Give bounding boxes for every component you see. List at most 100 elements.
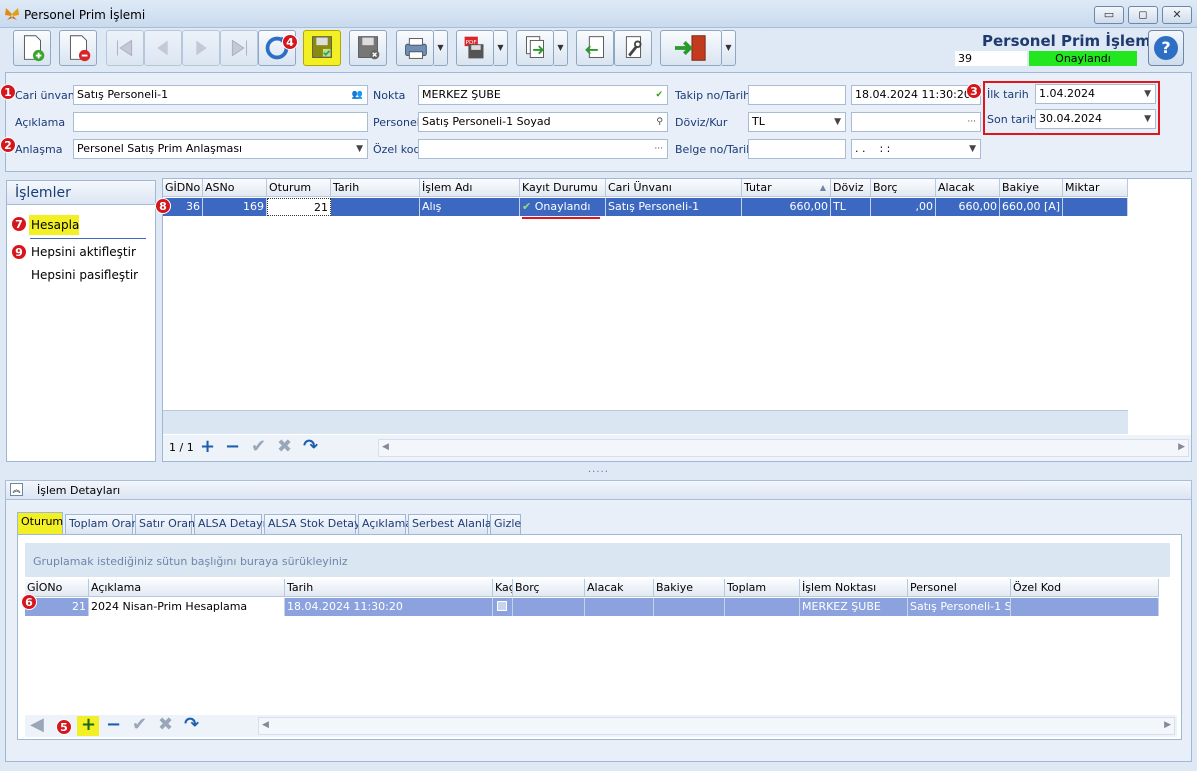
aciklama-input[interactable] <box>73 112 368 132</box>
remove-row-icon[interactable]: − <box>225 436 240 457</box>
double-check-icon[interactable]: ✔ <box>655 86 663 104</box>
col-aciklama[interactable]: Açıklama <box>89 579 285 597</box>
tab-alsa-detayi[interactable]: ALSA Detayı <box>194 514 266 534</box>
tab-serbest-alanlar[interactable]: Serbest Alanlar <box>408 514 496 534</box>
export-button[interactable] <box>516 30 554 66</box>
doviz-select[interactable]: TL ▼ <box>748 112 846 132</box>
col-tarih[interactable]: Tarih <box>331 179 420 197</box>
nokta-input[interactable]: MERKEZ ŞUBE ✔ <box>418 85 668 105</box>
redo-icon[interactable]: ↷ <box>184 714 199 735</box>
col-alacak2[interactable]: Alacak <box>585 579 654 597</box>
col-islem-adi[interactable]: İşlem Adı <box>420 179 520 197</box>
person-search-icon[interactable]: ⚲ <box>656 113 663 131</box>
confirm-icon[interactable]: ✔ <box>132 714 147 735</box>
col-toplam[interactable]: Toplam <box>725 579 800 597</box>
scroll-right-icon[interactable]: ▶ <box>1164 720 1171 730</box>
tab-aciklama[interactable]: Açıklama <box>358 514 412 534</box>
scroll-left-icon[interactable]: ◀ <box>262 720 269 730</box>
col-miktar[interactable]: Miktar <box>1063 179 1128 197</box>
son-tarih-input[interactable]: 30.04.2024 ▼ <box>1035 109 1156 129</box>
col-oturum[interactable]: Oturum <box>267 179 331 197</box>
close-button[interactable]: ✕ <box>1162 6 1192 24</box>
cancel-icon[interactable]: ✖ <box>158 714 173 735</box>
hesapla-button[interactable]: Hesapla <box>29 215 79 235</box>
col-asno[interactable]: ASNo <box>203 179 267 197</box>
cell-oturum[interactable]: 21 <box>267 198 331 216</box>
collapse-icon[interactable]: ︽ <box>10 483 23 496</box>
takip-no-input[interactable] <box>748 85 846 105</box>
col-bakiye2[interactable]: Bakiye <box>654 579 725 597</box>
belge-tarih-input[interactable]: . . : : ▼ <box>851 139 981 159</box>
last-record-button[interactable] <box>220 30 258 66</box>
takip-tarih-input[interactable]: 18.04.2024 11:30:20 <box>851 85 981 105</box>
new-button[interactable] <box>13 30 51 66</box>
table-row[interactable]: 21 2024 Nisan-Prim Hesaplama 18.04.2024 … <box>25 598 1159 616</box>
ellipsis-icon[interactable]: ··· <box>654 140 663 158</box>
col-ozel-kod[interactable]: Özel Kod <box>1011 579 1159 597</box>
tab-gizle[interactable]: Gizle <box>490 514 521 534</box>
col-tarih2[interactable]: Tarih <box>285 579 493 597</box>
ellipsis-icon[interactable]: ··· <box>967 113 976 131</box>
tab-oturum[interactable]: Oturum <box>17 512 63 534</box>
col-borc2[interactable]: Borç <box>513 579 585 597</box>
redo-icon[interactable]: ↷ <box>303 436 318 457</box>
prev-icon[interactable]: ◀ <box>30 714 44 735</box>
col-alacak[interactable]: Alacak <box>936 179 1000 197</box>
col-doviz[interactable]: Döviz <box>831 179 871 197</box>
table-row[interactable]: 36 169 21 Alış ✔ Onaylandı Satış Persone… <box>163 198 1128 216</box>
delete-button[interactable] <box>59 30 97 66</box>
deactivate-all-button[interactable]: Hepsini pasifleştir <box>31 268 138 282</box>
col-cari-unvani[interactable]: Cari Ünvanı <box>606 179 742 197</box>
tab-satir-oran[interactable]: Satır Oran <box>135 514 195 534</box>
col-islem-noktasi[interactable]: İşlem Noktası <box>800 579 908 597</box>
kur-input[interactable]: ··· <box>851 112 981 132</box>
cari-unvani-input[interactable]: Satış Personeli-1 👥 <box>73 85 368 105</box>
group-by-area[interactable]: Gruplamak istediğiniz sütun başlığını bu… <box>25 543 1170 577</box>
people-icon[interactable]: 👥 <box>352 86 363 104</box>
scroll-right-icon[interactable]: ▶ <box>1178 442 1185 452</box>
first-record-button[interactable] <box>106 30 144 66</box>
print-dropdown[interactable]: ▼ <box>434 30 448 66</box>
horizontal-scrollbar[interactable]: ◀ ▶ <box>258 717 1175 735</box>
confirm-icon[interactable]: ✔ <box>251 436 266 457</box>
col-tutar[interactable]: Tutar ▲ <box>742 179 831 197</box>
ilk-tarih-input[interactable]: 1.04.2024 ▼ <box>1035 84 1156 104</box>
settings-button[interactable] <box>614 30 652 66</box>
col-borc[interactable]: Borç <box>871 179 936 197</box>
print-button[interactable] <box>396 30 434 66</box>
exit-button[interactable] <box>660 30 722 66</box>
cancel-save-button[interactable] <box>349 30 387 66</box>
exit-dropdown[interactable]: ▼ <box>722 30 736 66</box>
col-personel[interactable]: Personel <box>908 579 1011 597</box>
ozel-kod-input[interactable]: ··· <box>418 139 668 159</box>
col-bakiye[interactable]: Bakiye <box>1000 179 1063 197</box>
tab-alsa-stok-detayi[interactable]: ALSA Stok Detayı <box>264 514 364 534</box>
save-button[interactable] <box>303 30 341 66</box>
tab-toplam-oran[interactable]: Toplam Oran <box>65 514 138 534</box>
pdf-export-button[interactable]: PDF <box>456 30 494 66</box>
next-record-button[interactable] <box>182 30 220 66</box>
maximize-button[interactable]: ◻ <box>1128 6 1158 24</box>
checkbox[interactable] <box>497 601 507 611</box>
col-kayit-durumu[interactable]: Kayıt Durumu <box>520 179 606 197</box>
pdf-dropdown[interactable]: ▼ <box>494 30 508 66</box>
remove-row-icon[interactable]: − <box>106 714 121 735</box>
col-gidno[interactable]: GİDNo <box>163 179 203 197</box>
minimize-button[interactable]: ▭ <box>1094 6 1124 24</box>
horizontal-scrollbar[interactable]: ◀ ▶ <box>378 439 1189 457</box>
anlasma-select[interactable]: Personel Satış Prim Anlaşması ▼ <box>73 139 368 159</box>
col-giono[interactable]: GİONo <box>25 579 89 597</box>
export-dropdown[interactable]: ▼ <box>554 30 568 66</box>
personel-input[interactable]: Satış Personeli-1 Soyad ⚲ <box>418 112 668 132</box>
splitter-handle[interactable]: ..... <box>588 464 609 475</box>
cancel-icon[interactable]: ✖ <box>277 436 292 457</box>
add-row-icon[interactable]: + <box>200 436 215 457</box>
add-row-icon[interactable]: + <box>81 714 96 735</box>
prev-record-button[interactable] <box>144 30 182 66</box>
help-button[interactable]: ? <box>1148 30 1184 66</box>
scroll-left-icon[interactable]: ◀ <box>382 442 389 452</box>
activate-all-button[interactable]: Hepsini aktifleştir <box>31 245 136 259</box>
cell-aciklama[interactable]: 2024 Nisan-Prim Hesaplama <box>89 598 285 616</box>
col-kac[interactable]: Kaç <box>493 579 513 597</box>
import-button[interactable] <box>576 30 614 66</box>
